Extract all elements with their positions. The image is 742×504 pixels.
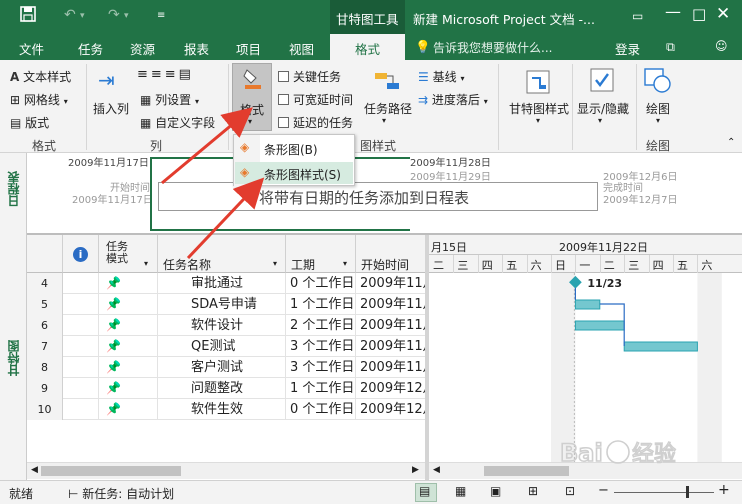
annotation-arrows [161,107,265,260]
arrow-to-format-button [161,107,253,185]
arrow-to-bar-styles [186,177,265,260]
